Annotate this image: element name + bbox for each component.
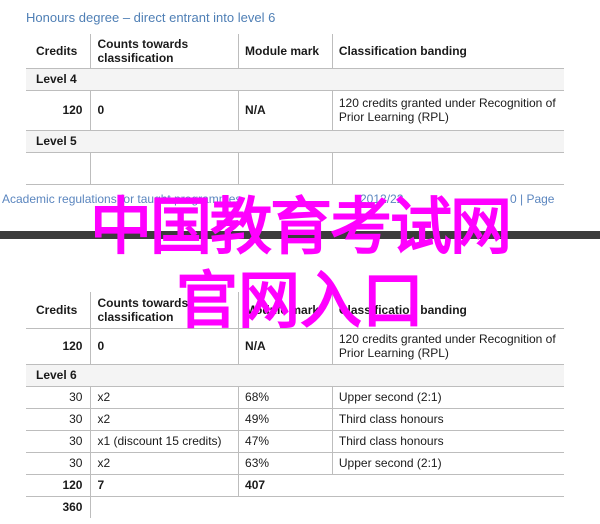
table-row: 30 x1 (discount 15 credits) 47% Third cl… [26,430,564,453]
grand-total-credits: 360 [62,500,83,515]
header-module-mark: Module mark [238,34,333,69]
total-row: 120 7 407 [26,474,564,497]
grand-total-row: 360 [26,496,564,518]
counts-cell: x1 (discount 15 credits) [90,430,239,453]
banding-cell: Third class honours [331,408,564,431]
banding-cell: Upper second (2:1) [331,452,564,475]
credits-cell: 30 [26,452,91,475]
counts-cell: x2 [90,386,239,409]
overlay-line-1: 中国教育考试网 [89,190,512,263]
credits-cell: 120 [26,90,91,131]
counts-cell: x2 [90,452,239,475]
mark-cell: 49% [238,408,333,431]
mark-cell: 63% [238,452,333,475]
mark-cell: N/A [238,90,333,131]
table-row: 30 x2 68% Upper second (2:1) [26,386,564,409]
table-row: 120 0 N/A 120 credits granted under Reco… [26,90,564,131]
counts-cell: x2 [90,408,239,431]
header-counts: Counts towards classification [90,34,239,69]
total-mark: 407 [238,474,333,497]
table-row: 30 x2 63% Upper second (2:1) [26,452,564,475]
credits-cell: 30 [26,408,91,431]
banding-cell: Third class honours [331,430,564,453]
table-row: 30 x2 49% Third class honours [26,408,564,431]
overlay-line-2: 官网入口 [175,264,424,337]
total-counts: 7 [90,474,239,497]
table-row [26,152,564,185]
header-credits: Credits [26,34,91,69]
header-banding: Classification banding [331,34,564,69]
mark-cell: 47% [238,430,333,453]
credits-cell: 30 [26,430,91,453]
classification-table-top: Credits Counts towards classification Mo… [26,34,564,185]
level-4-label: Level 4 [26,68,564,91]
level-6-label: Level 6 [26,364,564,387]
banding-cell: 120 credits granted under Recognition of… [331,90,564,131]
level-row: Level 5 [26,130,564,153]
total-credits: 120 [26,474,91,497]
watermark-overlay: 中国教育考试网 官网入口 [0,190,600,338]
mark-cell: 68% [238,386,333,409]
level-row: Level 4 [26,68,564,91]
section-heading: Honours degree – direct entrant into lev… [26,10,276,25]
level-row: Level 6 [26,364,564,387]
counts-cell: 0 [90,90,239,131]
level-5-label: Level 5 [26,130,564,153]
credits-cell: 30 [26,386,91,409]
banding-cell: Upper second (2:1) [331,386,564,409]
table-header-row: Credits Counts towards classification Mo… [26,34,564,69]
